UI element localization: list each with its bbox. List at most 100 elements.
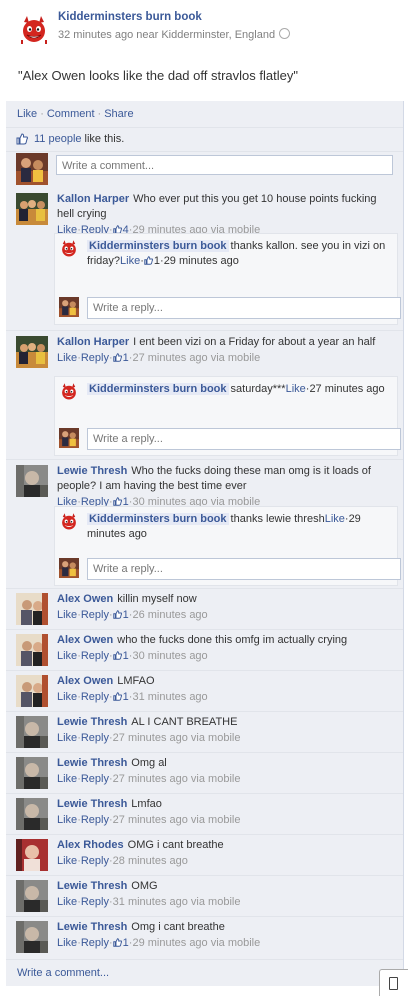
reply-link[interactable]: Reply bbox=[81, 937, 109, 949]
commenter-avatar[interactable] bbox=[16, 716, 48, 748]
post-time[interactable]: 32 minutes ago near Kidderminster, Engla… bbox=[58, 29, 275, 41]
comment-time[interactable]: 26 minutes ago bbox=[132, 609, 207, 621]
divider bbox=[6, 959, 403, 960]
reply-link[interactable]: Reply bbox=[81, 814, 109, 826]
comment-author-link[interactable]: Lewie Thresh bbox=[57, 716, 127, 728]
reply-input[interactable]: Write a reply... bbox=[87, 428, 401, 450]
post-timestamp[interactable]: 32 minutes ago near Kidderminster, Engla… bbox=[58, 28, 291, 41]
like-comment-link[interactable]: Like bbox=[57, 814, 77, 826]
reply-link[interactable]: Reply bbox=[81, 732, 109, 744]
comment-time[interactable]: 29 minutes ago via mobile bbox=[132, 937, 260, 949]
devil-avatar-icon[interactable] bbox=[59, 239, 79, 259]
divider bbox=[6, 875, 403, 876]
like-comment-link[interactable]: Like bbox=[286, 383, 306, 395]
reply-link[interactable]: Reply bbox=[81, 352, 109, 364]
like-post-link[interactable]: Like bbox=[17, 108, 37, 120]
reply-body: Kidderminsters burn book thanks kallon. s… bbox=[87, 239, 389, 269]
comment-body: Lewie Thresh AL I CANT BREATHE Like·Reply·… bbox=[57, 715, 394, 746]
comment-time[interactable]: 27 minutes ago via mobile bbox=[113, 773, 241, 785]
divider bbox=[6, 711, 403, 712]
reply-link[interactable]: Reply bbox=[81, 896, 109, 908]
like-comment-link[interactable]: Like bbox=[325, 513, 345, 525]
reply-link[interactable]: Reply bbox=[81, 773, 109, 785]
comment-time[interactable]: 27 minutes ago via mobile bbox=[113, 732, 241, 744]
comment-author-link[interactable]: Lewie Thresh bbox=[57, 757, 127, 769]
like-comment-link[interactable]: Like bbox=[57, 855, 77, 867]
comment-time[interactable]: 27 minutes ago via mobile bbox=[113, 814, 241, 826]
reply-author-link[interactable]: Kidderminsters burn book bbox=[87, 240, 229, 252]
comment-text: I ent been vizi on a Friday for about a … bbox=[133, 336, 376, 348]
comment-author-link[interactable]: Alex Owen bbox=[57, 675, 113, 687]
comment-likes[interactable]: 1 bbox=[144, 255, 160, 267]
like-comment-link[interactable]: Like bbox=[57, 937, 77, 949]
comment-author-link[interactable]: Alex Owen bbox=[57, 634, 113, 646]
write-comment-link[interactable]: Write a comment... bbox=[17, 967, 109, 979]
reply-author-link[interactable]: Kidderminsters burn book bbox=[87, 383, 229, 395]
comment-meta: Like·27 minutes ago bbox=[286, 383, 385, 395]
comment-likes[interactable]: 1 bbox=[112, 691, 129, 703]
comment-time[interactable]: 31 minutes ago via mobile bbox=[113, 896, 241, 908]
comment-likes[interactable]: 1 bbox=[112, 650, 129, 662]
comment-time[interactable]: 28 minutes ago bbox=[113, 855, 188, 867]
devil-avatar-icon[interactable] bbox=[59, 512, 79, 532]
commenter-avatar[interactable] bbox=[16, 757, 48, 789]
commenter-avatar[interactable] bbox=[16, 839, 48, 871]
like-comment-link[interactable]: Like bbox=[57, 896, 77, 908]
reply-link[interactable]: Reply bbox=[81, 609, 109, 621]
mobile-view-button[interactable] bbox=[379, 969, 408, 996]
comment-time[interactable]: 31 minutes ago bbox=[132, 691, 207, 703]
likes-count-link[interactable]: 11 people bbox=[34, 133, 82, 145]
like-comment-link[interactable]: Like bbox=[57, 732, 77, 744]
reply-link[interactable]: Reply bbox=[81, 650, 109, 662]
commenter-avatar[interactable] bbox=[16, 193, 48, 225]
comment-author-link[interactable]: Lewie Thresh bbox=[57, 921, 127, 933]
comment-likes[interactable]: 1 bbox=[112, 352, 129, 364]
comment-author-link[interactable]: Lewie Thresh bbox=[57, 465, 127, 477]
comment-author-link[interactable]: Alex Rhodes bbox=[57, 839, 124, 851]
commenter-avatar[interactable] bbox=[16, 336, 48, 368]
like-comment-link[interactable]: Like bbox=[120, 255, 140, 267]
page-name-link[interactable]: Kidderminsters burn book bbox=[58, 11, 202, 23]
comment-author-link[interactable]: Alex Owen bbox=[57, 593, 113, 605]
comment-time[interactable]: 29 minutes ago bbox=[164, 255, 239, 267]
commenter-avatar[interactable] bbox=[16, 634, 48, 666]
reply-author-link[interactable]: Kidderminsters burn book bbox=[87, 513, 229, 525]
like-comment-link[interactable]: Like bbox=[57, 609, 77, 621]
share-link[interactable]: Share bbox=[104, 108, 133, 120]
commenter-avatar[interactable] bbox=[16, 880, 48, 912]
comment-author-link[interactable]: Lewie Thresh bbox=[57, 798, 127, 810]
comments-section: Like · Comment · Share 11 people like this. W… bbox=[6, 101, 404, 986]
comment-text: Lmfao bbox=[131, 798, 162, 810]
commenter-avatar[interactable] bbox=[16, 798, 48, 830]
comment-input[interactable]: Write a comment... bbox=[56, 155, 393, 175]
commenter-avatar[interactable] bbox=[16, 921, 48, 953]
user-avatar bbox=[16, 153, 48, 185]
commenter-avatar[interactable] bbox=[16, 465, 48, 497]
comment-time[interactable]: 30 minutes ago bbox=[132, 650, 207, 662]
reply-input[interactable]: Write a reply... bbox=[87, 297, 401, 319]
like-comment-link[interactable]: Like bbox=[57, 352, 77, 364]
like-comment-link[interactable]: Like bbox=[57, 650, 77, 662]
reply-input[interactable]: Write a reply... bbox=[87, 558, 401, 580]
comment-time[interactable]: 27 minutes ago bbox=[309, 383, 384, 395]
commenter-avatar[interactable] bbox=[16, 593, 48, 625]
comment-meta: Like·Reply·28 minutes ago bbox=[57, 854, 394, 869]
comment-time[interactable]: 27 minutes ago via mobile bbox=[132, 352, 260, 364]
comment-link[interactable]: Comment bbox=[47, 108, 95, 120]
comment-body: Kallon Harper Who ever put this you get 1… bbox=[57, 192, 394, 238]
reply-link[interactable]: Reply bbox=[81, 855, 109, 867]
devil-avatar-icon[interactable] bbox=[59, 382, 79, 402]
post-header: Kidderminsters burn book 32 minutes ago … bbox=[0, 0, 408, 60]
comment-text: killin myself now bbox=[117, 593, 197, 605]
like-comment-link[interactable]: Like bbox=[57, 773, 77, 785]
comment-author-link[interactable]: Kallon Harper bbox=[57, 336, 129, 348]
commenter-avatar[interactable] bbox=[16, 675, 48, 707]
reply-link[interactable]: Reply bbox=[81, 691, 109, 703]
devil-avatar-icon[interactable] bbox=[18, 14, 50, 46]
comment-likes[interactable]: 1 bbox=[112, 609, 129, 621]
comment-likes[interactable]: 1 bbox=[112, 937, 129, 949]
comment-author-link[interactable]: Lewie Thresh bbox=[57, 880, 127, 892]
divider bbox=[6, 916, 403, 917]
comment-author-link[interactable]: Kallon Harper bbox=[57, 193, 129, 205]
like-comment-link[interactable]: Like bbox=[57, 691, 77, 703]
